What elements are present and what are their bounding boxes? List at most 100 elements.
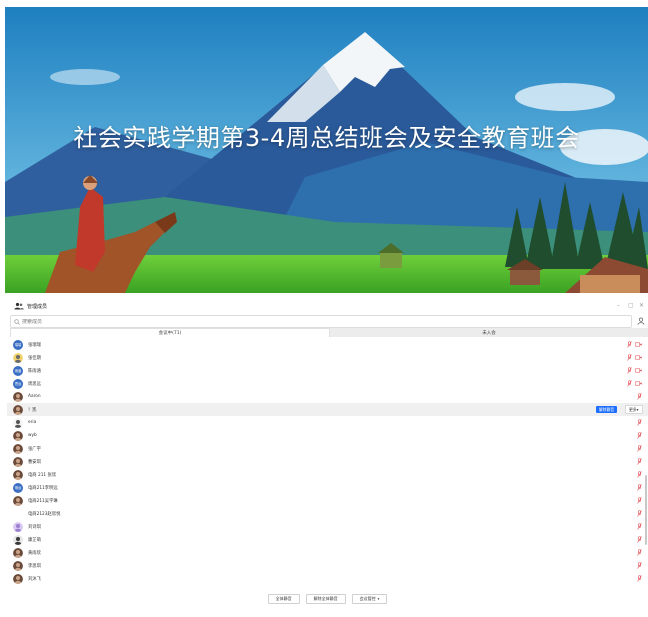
avatar: 瑞瑞: [13, 339, 23, 350]
mic-muted-icon[interactable]: [627, 380, 632, 387]
member-row[interactable]: 思远 周思远: [7, 377, 648, 390]
mic-muted-icon[interactable]: [637, 393, 642, 400]
avatar: 思远: [13, 378, 23, 389]
mic-muted-icon[interactable]: [637, 549, 642, 556]
tab-in-meeting[interactable]: 会议中(71): [10, 328, 330, 337]
member-name: 周思远: [28, 381, 41, 387]
member-name: 张佳期: [28, 355, 41, 361]
member-row[interactable]: 电商211吴宇琳: [7, 494, 648, 507]
tab-not-joined[interactable]: 未入会: [330, 328, 648, 337]
member-tabs: 会议中(71) 未入会: [10, 328, 648, 337]
member-name: 电商211李明远: [28, 485, 58, 491]
member-row[interactable]: 李思琪: [7, 559, 648, 572]
member-row[interactable]: 明远 电商211李明远: [7, 481, 648, 494]
minimize-icon[interactable]: –: [617, 302, 620, 309]
mic-muted-icon[interactable]: [637, 471, 642, 478]
banner-title: 社会实践学期第3-4周总结班会及安全教育班会: [73, 124, 580, 152]
camera-off-icon[interactable]: [635, 368, 642, 373]
member-name: 电商 211 张欣: [28, 472, 57, 478]
member-name: 曹安琪: [28, 459, 41, 465]
member-row[interactable]: ！凯 解除静音 更多 ▾: [7, 403, 648, 416]
member-name: ！凯: [28, 407, 37, 413]
member-row[interactable]: 黄雨欣: [7, 546, 648, 559]
photo-avatar-icon: [13, 573, 23, 584]
member-row[interactable]: 雨涵 陈雨涵: [7, 364, 648, 377]
mic-muted-icon[interactable]: [637, 445, 642, 452]
meeting-control-button[interactable]: 会议管控 ▾: [351, 594, 388, 604]
member-row[interactable]: wyb: [7, 429, 648, 442]
member-name: 电商211吴宇琳: [28, 498, 58, 504]
member-name: eria: [28, 420, 37, 425]
member-row[interactable]: Aaron: [7, 390, 648, 403]
member-row[interactable]: 张佳期: [7, 351, 648, 364]
manage-members-panel: 管理成员 – ▢ ✕ 会议中(71) 未入会 瑞瑞张瑞瑞张佳期雨涵陈雨涵思远周思…: [7, 299, 648, 617]
member-row[interactable]: 刘诗琪: [7, 520, 648, 533]
member-name: Aaron: [28, 394, 41, 399]
mic-muted-icon[interactable]: [637, 562, 642, 569]
chevron-down-icon: ▾: [636, 407, 639, 412]
more-button[interactable]: 更多 ▾: [625, 405, 643, 414]
chevron-down-icon: ▾: [377, 597, 380, 601]
mic-muted-icon[interactable]: [637, 419, 642, 426]
avatar: 雨涵: [13, 365, 23, 376]
photo-avatar-icon: [13, 560, 23, 571]
mic-muted-icon[interactable]: [627, 367, 632, 374]
member-name: 张广宇: [28, 446, 41, 452]
mic-muted-icon[interactable]: [637, 484, 642, 491]
photo-avatar-icon: [13, 404, 23, 415]
member-name: 刘沐飞: [28, 576, 41, 582]
panel-title: 管理成员: [27, 303, 48, 310]
unmute-button[interactable]: 解除静音: [596, 406, 618, 413]
invite-member-icon[interactable]: [637, 317, 645, 325]
photo-avatar-icon: [13, 456, 23, 467]
camera-off-icon[interactable]: [635, 381, 642, 386]
search-icon: [14, 318, 20, 325]
mic-muted-icon[interactable]: [637, 575, 642, 582]
member-name: 黄雨欣: [28, 550, 41, 556]
member-row[interactable]: 康芷萌: [7, 533, 648, 546]
member-row[interactable]: 张广宇: [7, 442, 648, 455]
maximize-icon[interactable]: ▢: [628, 302, 634, 309]
mute-all-button[interactable]: 全体静音: [267, 594, 300, 604]
unmute-all-button[interactable]: 解除全体静音: [305, 594, 346, 604]
anime-avatar-icon: [13, 352, 23, 363]
member-name: wyb: [28, 433, 37, 438]
panel-titlebar: 管理成员: [7, 299, 648, 313]
member-row[interactable]: 电商 211 张欣: [7, 468, 648, 481]
mic-muted-icon[interactable]: [627, 354, 632, 361]
avatar: 明远: [13, 482, 23, 493]
panel-footer: 全体静音 解除全体静音 会议管控 ▾: [7, 594, 648, 604]
avatar-placeholder: [13, 509, 23, 519]
meeting-banner: 社会实践学期第3-4周总结班会及安全教育班会: [5, 7, 648, 293]
member-row[interactable]: 刘沐飞: [7, 572, 648, 585]
members-icon: [14, 302, 24, 310]
member-row[interactable]: 电商2123赵欣悦: [7, 507, 648, 520]
mic-muted-icon[interactable]: [637, 523, 642, 530]
member-list-scrollbar[interactable]: [645, 475, 647, 545]
search-input[interactable]: [22, 318, 222, 325]
mic-muted-icon[interactable]: [637, 458, 642, 465]
member-name: 刘诗琪: [28, 524, 41, 530]
mic-muted-icon[interactable]: [637, 536, 642, 543]
photo-avatar-icon: [13, 391, 23, 402]
photo-avatar-icon: [13, 430, 23, 441]
mic-muted-icon[interactable]: [637, 432, 642, 439]
member-row[interactable]: eria: [7, 416, 648, 429]
photo-avatar-icon: [13, 469, 23, 480]
photo-avatar-icon: [13, 547, 23, 558]
camera-off-icon[interactable]: [635, 355, 642, 360]
more-label: 更多: [629, 406, 637, 412]
mic-muted-icon[interactable]: [627, 341, 632, 348]
search-bar[interactable]: [10, 315, 632, 328]
photo-avatar-icon: [13, 495, 23, 506]
member-name: 陈雨涵: [28, 368, 41, 374]
pastel-avatar-icon: [13, 521, 23, 532]
mic-muted-icon[interactable]: [637, 510, 642, 517]
camera-off-icon[interactable]: [635, 342, 642, 347]
sketch-avatar-icon: [13, 417, 23, 428]
close-icon[interactable]: ✕: [639, 302, 644, 309]
mic-muted-icon[interactable]: [637, 497, 642, 504]
member-row[interactable]: 瑞瑞 张瑞瑞: [7, 338, 648, 351]
cartoon-avatar-icon: [13, 534, 23, 545]
member-row[interactable]: 曹安琪: [7, 455, 648, 468]
